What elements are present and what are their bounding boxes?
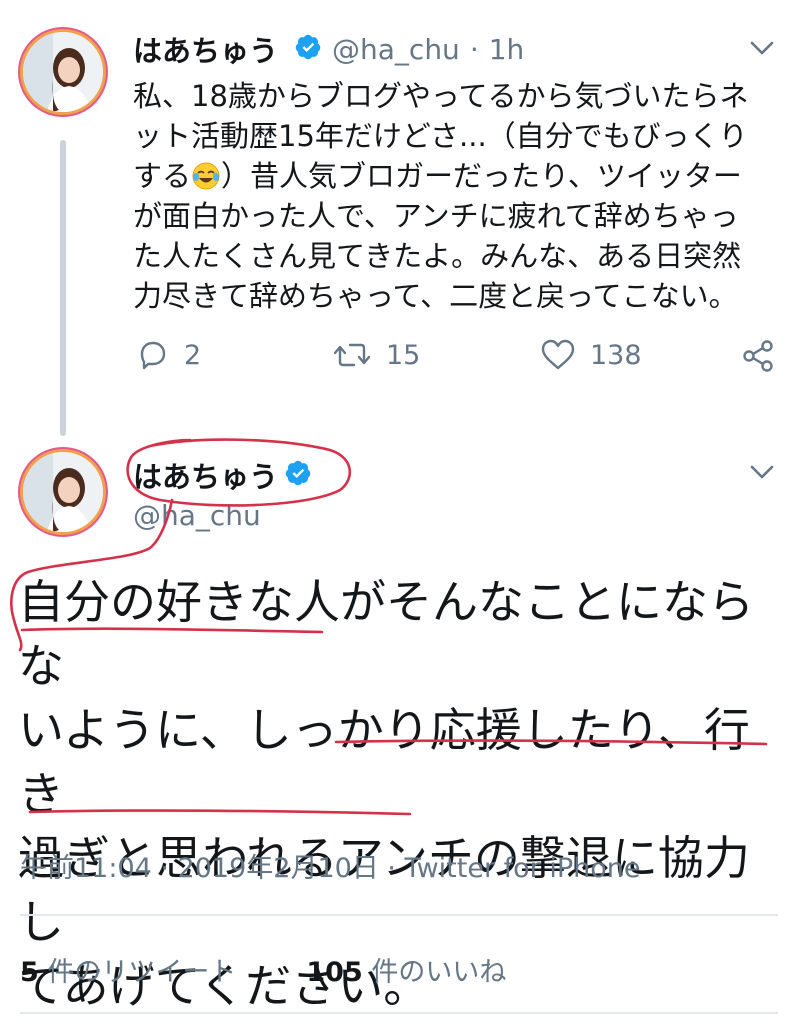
chevron-down-icon[interactable] bbox=[748, 38, 776, 62]
tweet-text-line: いように、しっかり応援したり、行き bbox=[18, 703, 750, 821]
engagement-stats: 5 件のリツイート 105 件のいいね bbox=[20, 950, 506, 989]
like-button[interactable]: 138 bbox=[540, 338, 642, 372]
chevron-down-icon[interactable] bbox=[748, 462, 776, 486]
divider bbox=[20, 1012, 778, 1014]
tweet-timestamp[interactable]: 午前11:04 · 2019年2月10日 · Twitter for iPhon… bbox=[20, 846, 640, 885]
avatar[interactable] bbox=[23, 32, 103, 112]
tweet1-text: 私、18歳からブログやってるから気づいたらネ ット活動歴15年だけどさ...（自… bbox=[133, 76, 783, 316]
display-name[interactable]: はあちゅう bbox=[133, 28, 278, 70]
verified-badge-icon bbox=[284, 459, 312, 491]
reply-icon bbox=[140, 341, 166, 370]
likes-stat[interactable]: 105 件のいいね bbox=[306, 950, 506, 989]
avatar[interactable] bbox=[23, 452, 103, 532]
retweet-icon bbox=[333, 343, 371, 367]
tweet-text-line: た人たくさん見てきたよ。みんな、ある日突然 bbox=[133, 239, 742, 273]
thread-connector-line bbox=[60, 140, 66, 436]
retweet-button[interactable]: 15 bbox=[332, 338, 420, 372]
tweet2-header: はあちゅう bbox=[133, 454, 312, 496]
face-with-tears-of-joy-icon bbox=[191, 161, 221, 191]
tweet-text-line: する ）昔人気ブロガーだったり、ツイッター bbox=[133, 156, 783, 196]
user-handle[interactable]: @ha_chu bbox=[332, 33, 460, 66]
retweets-stat[interactable]: 5 件のリツイート bbox=[20, 950, 236, 989]
tweet1-header: はあちゅう @ha_chu · 1h bbox=[133, 28, 524, 70]
profile-photo-icon bbox=[23, 452, 103, 532]
profile-photo-icon bbox=[23, 32, 103, 112]
display-name[interactable]: はあちゅう bbox=[133, 454, 278, 496]
verified-badge-icon bbox=[294, 33, 322, 65]
tweet-text-line: 自分の好きな人がそんなことにならな bbox=[18, 575, 754, 693]
retweet-count: 15 bbox=[386, 339, 421, 371]
reply-count: 2 bbox=[184, 339, 202, 371]
reply-button[interactable]: 2 bbox=[136, 338, 201, 372]
retweets-stat-count: 5 bbox=[20, 957, 39, 988]
divider bbox=[20, 914, 778, 916]
tweet-text-line: が面白かった人で、アンチに疲れて辞めちゃっ bbox=[133, 199, 739, 233]
share-button[interactable] bbox=[740, 338, 776, 378]
separator-dot: · bbox=[469, 32, 479, 66]
tweet-text-line: ット活動歴15年だけどさ...（自分でもびっくり bbox=[133, 119, 748, 153]
likes-stat-label: 件のいいね bbox=[371, 957, 507, 988]
tweet-age[interactable]: 1h bbox=[489, 33, 525, 66]
retweets-stat-label: 件のリツイート bbox=[47, 957, 237, 988]
like-count: 138 bbox=[590, 339, 642, 371]
share-icon bbox=[743, 340, 773, 372]
tweet-text-line: 私、18歳からブログやってるから気づいたらネ bbox=[133, 79, 749, 113]
likes-stat-count: 105 bbox=[306, 957, 363, 988]
user-handle[interactable]: @ha_chu bbox=[133, 499, 261, 532]
heart-icon bbox=[541, 339, 575, 370]
tweet-text-line: 力尽きて辞めちゃって、二度と戻ってこない。 bbox=[133, 279, 738, 313]
tweet-text-fragment: ）昔人気ブロガーだったり、ツイッター bbox=[221, 159, 742, 193]
tweet-text-fragment: する bbox=[133, 159, 192, 193]
